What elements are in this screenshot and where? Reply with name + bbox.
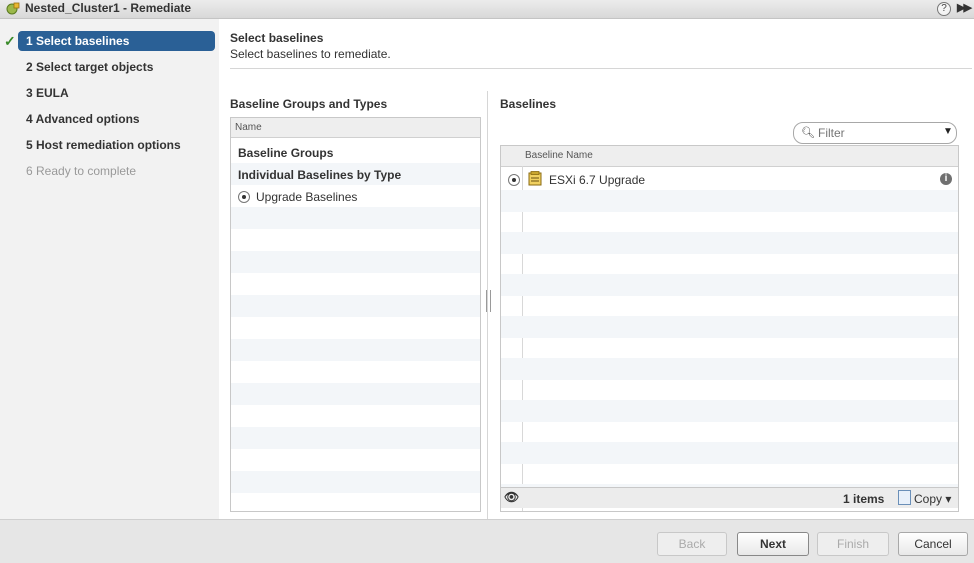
- table-row: [501, 422, 958, 444]
- table-row: [231, 295, 480, 317]
- radio-selected-icon[interactable]: [508, 174, 520, 186]
- table-row: [501, 296, 958, 318]
- table-row: [231, 339, 480, 361]
- table-row: [501, 338, 958, 360]
- binoculars-icon[interactable]: 👁︎: [504, 490, 519, 504]
- step-label: 2 Select target objects: [26, 60, 154, 74]
- step-ready-to-complete: 6 Ready to complete: [0, 161, 219, 181]
- baselines-column-header[interactable]: Baseline Name: [501, 146, 958, 167]
- step-label: 3 EULA: [26, 86, 69, 100]
- table-row: [501, 190, 958, 212]
- step-select-target-objects[interactable]: 2 Select target objects: [0, 57, 219, 77]
- step-host-remediation-options[interactable]: 5 Host remediation options: [0, 135, 219, 155]
- table-row: [501, 358, 958, 380]
- table-row: [501, 464, 958, 486]
- cancel-button[interactable]: Cancel: [898, 532, 968, 556]
- wizard-steps-nav: ✓ 1 Select baselines 2 Select target obj…: [0, 19, 219, 519]
- page-title: Select baselines: [230, 31, 324, 45]
- table-row: [231, 317, 480, 339]
- step-advanced-options[interactable]: 4 Advanced options: [0, 109, 219, 129]
- row-label: Individual Baselines by Type: [238, 168, 402, 182]
- step-label: 6 Ready to complete: [26, 164, 137, 178]
- table-row: [231, 471, 480, 493]
- table-row: [231, 229, 480, 251]
- copy-button[interactable]: Copy ▾: [898, 490, 951, 506]
- row-label: Upgrade Baselines: [256, 190, 358, 204]
- table-row: [231, 383, 480, 405]
- table-row: [231, 251, 480, 273]
- checkmark-icon: ✓: [4, 33, 16, 49]
- copy-icon: [898, 490, 911, 505]
- info-icon[interactable]: i: [940, 173, 952, 185]
- groups-panel-title: Baseline Groups and Types: [230, 97, 388, 111]
- groups-row-individual-baselines[interactable]: Individual Baselines by Type: [231, 163, 480, 185]
- baselines-panel-title: Baselines: [500, 97, 557, 111]
- item-count: 1 items: [843, 492, 885, 506]
- step-select-baselines[interactable]: ✓ 1 Select baselines: [0, 31, 219, 51]
- filter-input[interactable]: [816, 125, 940, 141]
- window-title: Nested_Cluster1 - Remediate: [25, 1, 192, 15]
- baselines-footer: 👁︎ 1 items Copy ▾: [501, 487, 958, 508]
- table-row: [501, 212, 958, 234]
- baseline-icon: [528, 171, 542, 186]
- groups-column-header[interactable]: Name: [231, 118, 480, 138]
- row-label: Baseline Groups: [238, 146, 334, 160]
- groups-row-baseline-groups[interactable]: Baseline Groups: [231, 141, 480, 163]
- table-row: [231, 207, 480, 229]
- table-row: [231, 449, 480, 471]
- baseline-name: ESXi 6.7 Upgrade: [549, 173, 646, 187]
- window-titlebar: Nested_Cluster1 - Remediate ? ▶▶: [0, 0, 974, 19]
- table-row: [231, 405, 480, 427]
- search-icon: 🔍︎: [801, 127, 815, 139]
- table-row: [501, 400, 958, 422]
- page-subtitle: Select baselines to remediate.: [230, 47, 391, 61]
- step-label: 5 Host remediation options: [26, 138, 181, 152]
- splitter-grip-icon[interactable]: [486, 290, 491, 312]
- table-row: [501, 274, 958, 296]
- column-header-label: Baseline Name: [525, 150, 593, 161]
- wizard-button-bar: Back Next Finish Cancel: [0, 519, 974, 563]
- table-row: [231, 427, 480, 449]
- back-button[interactable]: Back: [657, 532, 727, 556]
- step-label: 1 Select baselines: [26, 34, 130, 48]
- filter-box[interactable]: 🔍︎ ▼: [793, 122, 957, 144]
- table-row: [231, 493, 480, 511]
- baselines-table: Baseline Name ESXi 6.7 Upgrade i 👁︎ 1 it…: [500, 145, 959, 512]
- table-row: [501, 232, 958, 254]
- baseline-row-esxi-67-upgrade[interactable]: ESXi 6.7 Upgrade i: [501, 168, 958, 190]
- column-header-label: Name: [235, 122, 262, 133]
- copy-label: Copy: [914, 492, 943, 506]
- header-divider: [230, 68, 972, 69]
- table-row: [501, 254, 958, 276]
- next-button[interactable]: Next: [737, 532, 809, 556]
- wizard-content: Select baselines Select baselines to rem…: [219, 19, 974, 519]
- step-label: 4 Advanced options: [26, 112, 140, 126]
- step-eula[interactable]: 3 EULA: [0, 83, 219, 103]
- table-row: [501, 442, 958, 464]
- remediate-icon: [6, 2, 20, 15]
- table-row: [231, 273, 480, 295]
- chevron-down-icon[interactable]: ▼: [943, 126, 953, 137]
- help-icon[interactable]: ?: [937, 2, 951, 16]
- finish-button[interactable]: Finish: [817, 532, 889, 556]
- groups-tree: Name Baseline Groups Individual Baseline…: [230, 117, 481, 512]
- table-row: [501, 316, 958, 338]
- table-row: [501, 380, 958, 402]
- groups-row-upgrade-baselines[interactable]: Upgrade Baselines: [231, 185, 480, 207]
- double-chevron-right-icon[interactable]: ▶▶: [957, 1, 972, 14]
- table-row: [231, 361, 480, 383]
- radio-selected-icon[interactable]: [238, 191, 250, 203]
